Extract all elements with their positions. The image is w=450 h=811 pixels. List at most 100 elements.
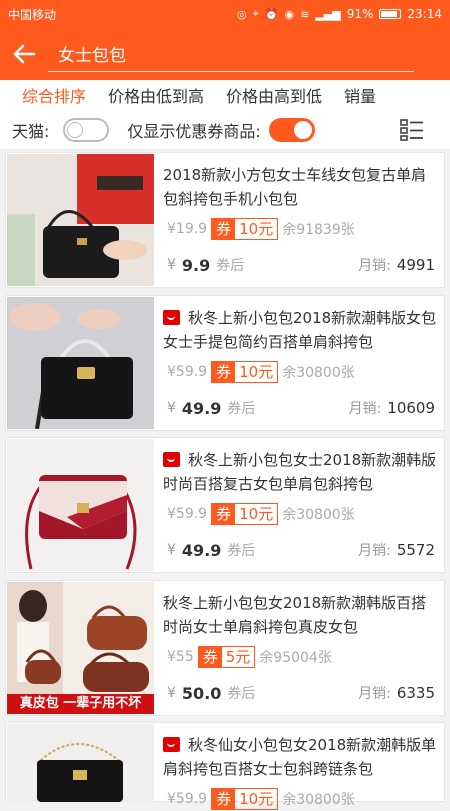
coupon-label: 券 [212,504,236,524]
alarm-icon: ⏰ [264,7,279,21]
tab-sales[interactable]: 销量 [344,83,376,107]
sales-count: 4991 [396,256,435,274]
final-price: 50.0 [181,683,222,703]
tmall-icon [163,310,180,325]
status-bar: 中国移动 ◎ ⌖ ⏰ ◉ ≋ ▂▄▆ 91% 23:14 [0,0,450,28]
final-price-line: ¥ 49.9 券后 月销: 10609 [167,396,435,420]
coupon-remaining: 余91839张 [282,222,355,238]
coupon-amount: 10元 [239,220,274,238]
tmall-filter-label: 天猫: [12,121,50,141]
eye-icon: ◉ [284,7,295,21]
product-image [7,154,154,286]
currency-symbol: ¥ [167,542,176,558]
coupon-tag: 券 5元 [197,646,256,668]
original-price: ¥19.9 [167,221,208,237]
product-card[interactable]: 2018新款小方包女士车线女包复古单肩包斜挎包手机小包包 ¥19.9 券 10元… [5,152,445,288]
search-header: 女士包包 [0,28,450,80]
coupon-amount: 10元 [239,790,274,808]
product-card[interactable]: 秋冬仙女小包包女2018新款潮韩版单肩斜挎包百搭女士包斜跨链条包 ¥59.9 券… [5,722,445,810]
original-price: ¥59.9 [167,506,208,522]
final-price: 49.9 [181,398,222,418]
product-title: 秋冬上新小包包女2018新款潮韩版百搭时尚女士单肩斜挎包真皮女包 [163,594,427,636]
status-icons: ◎ ⌖ ⏰ ◉ ≋ ▂▄▆ 91% 23:14 [237,7,442,21]
product-card[interactable]: 秋冬上新小包包2018新款潮韩版女包女士手提包简约百搭单肩斜挎包 ¥59.9 券… [5,295,445,431]
currency-symbol: ¥ [167,257,176,273]
currency-symbol: ¥ [167,400,176,416]
coupon-tag: 券 10元 [211,218,279,240]
price-line: ¥19.9 券 10元 余91839张 [167,217,355,241]
coupon-remaining: 余30800张 [282,365,355,381]
back-button[interactable] [0,28,48,80]
coupon-remaining: 余30800张 [282,792,355,808]
coupon-amount: 10元 [239,363,274,381]
coupon-remaining: 余95004张 [259,650,332,666]
product-title: 秋冬上新小包包女士2018新款潮韩版时尚百搭复古女包单肩包斜挎包 [163,451,437,493]
tab-comprehensive[interactable]: 综合排序 [22,83,86,107]
coupon-only-label: 仅显示优惠券商品: [127,121,261,141]
coupon-tag: 券 10元 [211,788,279,810]
after-coupon-label: 券后 [227,401,256,417]
after-coupon-label: 券后 [227,686,256,702]
arrow-left-icon [13,44,36,64]
coupon-remaining: 余30800张 [282,507,355,523]
product-title: 秋冬上新小包包2018新款潮韩版女包女士手提包简约百搭单肩斜挎包 [163,309,437,351]
product-image [7,724,154,802]
monthly-sales: 月销: 10609 [348,399,435,417]
price-line: ¥59.9 券 10元 余30800张 [167,360,355,384]
search-input[interactable]: 女士包包 [48,36,414,72]
monthly-sales: 月销: 5572 [358,541,435,559]
price-line: ¥55 券 5元 余95004张 [167,645,332,669]
product-title: 2018新款小方包女士车线女包复古单肩包斜挎包手机小包包 [163,166,427,208]
tab-price-asc[interactable]: 价格由低到高 [108,83,204,107]
monthly-sales: 月销: 6335 [358,684,435,702]
coupon-amount: 5元 [225,648,251,666]
signal-icon: ▂▄▆ [315,7,341,21]
wifi-icon: ≋ [300,7,310,21]
list-layout-icon[interactable] [400,119,424,141]
thumb-caption: 真皮包 一辈子用不坏 [7,694,154,714]
final-price: 9.9 [181,255,211,275]
original-price: ¥59.9 [167,791,208,807]
location-icon: ⌖ [252,7,259,20]
final-price-line: ¥ 9.9 券后 月销: 4991 [167,253,435,277]
tmall-icon [163,737,180,752]
final-price: 49.9 [181,540,222,560]
currency-symbol: ¥ [167,685,176,701]
product-title: 秋冬仙女小包包女2018新款潮韩版单肩斜挎包百搭女士包斜跨链条包 [163,736,437,778]
price-line: ¥59.9 券 10元 余30800张 [167,502,355,526]
battery-icon [379,9,402,19]
after-coupon-label: 券后 [216,258,245,274]
coupon-label: 券 [212,219,236,239]
coupon-label: 券 [212,789,236,809]
tab-price-desc[interactable]: 价格由高到低 [226,83,322,107]
monthly-sales: 月销: 4991 [358,256,435,274]
product-image [7,297,154,429]
original-price: ¥59.9 [167,364,208,380]
product-card[interactable]: 真皮包 一辈子用不坏 秋冬上新小包包女2018新款潮韩版百搭时尚女士单肩斜挎包真… [5,580,445,716]
product-card[interactable]: 秋冬上新小包包女士2018新款潮韩版时尚百搭复古女包单肩包斜挎包 ¥59.9 券… [5,437,445,573]
sort-tabs: 综合排序 价格由低到高 价格由高到低 销量 [0,80,450,110]
search-query: 女士包包 [58,46,126,66]
after-coupon-label: 券后 [227,543,256,559]
final-price-line: ¥ 50.0 券后 月销: 6335 [167,681,435,705]
battery-percent: 91% [346,7,374,21]
coupon-label: 券 [198,647,222,667]
final-price-line: ¥ 49.9 券后 月销: 5572 [167,538,435,562]
product-image: 真皮包 一辈子用不坏 [7,582,154,714]
price-line: ¥59.9 券 10元 余30800张 [167,787,355,811]
coupon-amount: 10元 [239,505,274,523]
coupon-tag: 券 10元 [211,361,279,383]
sales-count: 10609 [387,399,435,417]
sales-count: 6335 [396,684,435,702]
coupon-label: 券 [212,362,236,382]
clock: 23:14 [407,7,442,21]
nfc-icon: ◎ [237,7,247,21]
tmall-icon [163,452,180,467]
sales-count: 5572 [396,541,435,559]
tmall-toggle[interactable] [63,117,110,142]
carrier-name: 中国移动 [8,7,57,22]
coupon-tag: 券 10元 [211,503,279,525]
coupon-only-toggle[interactable] [268,117,315,142]
product-image [7,439,154,571]
filter-bar: 天猫: 仅显示优惠券商品: [0,110,450,150]
